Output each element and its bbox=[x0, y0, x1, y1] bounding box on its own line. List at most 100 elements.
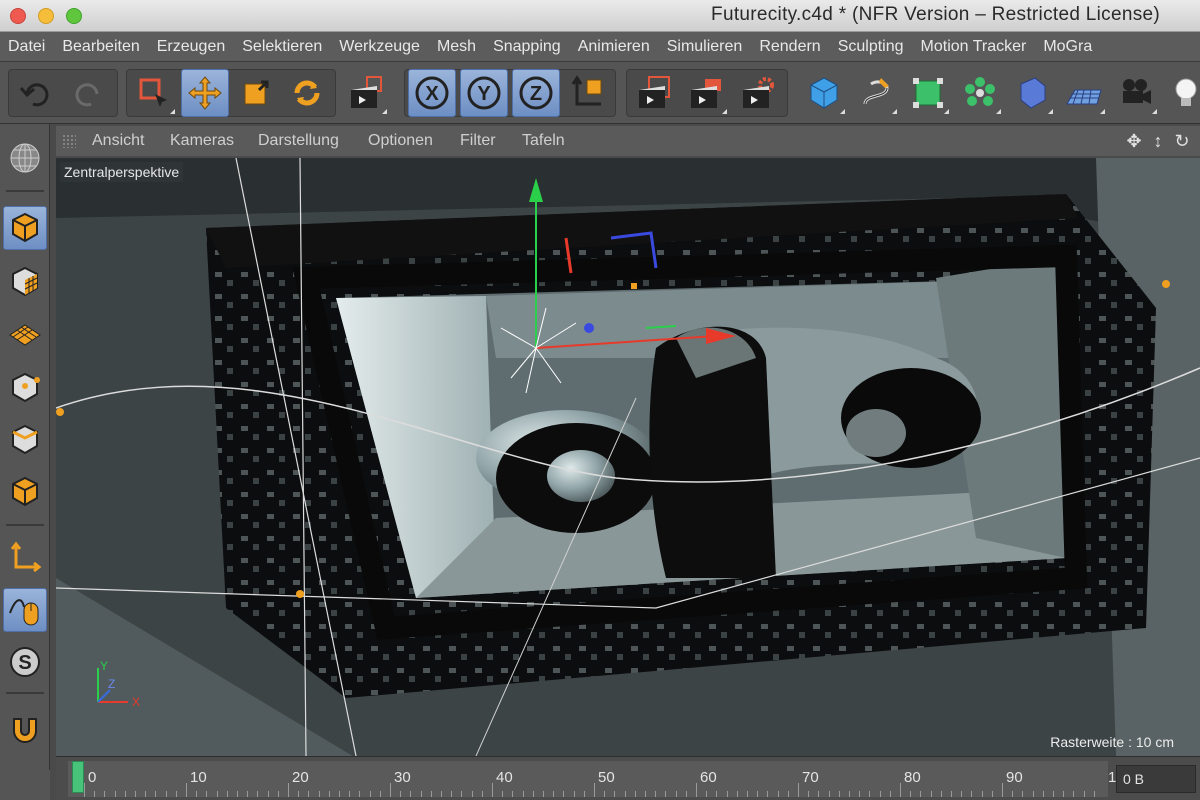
camera-icon bbox=[1123, 79, 1151, 104]
live-selection-button[interactable] bbox=[130, 69, 178, 117]
undo-button[interactable] bbox=[12, 69, 60, 117]
timeline-tick-label: 40 bbox=[496, 769, 513, 786]
render-settings-button[interactable] bbox=[734, 69, 782, 117]
recent-tools-button[interactable] bbox=[342, 69, 390, 117]
menu-bar: Datei Bearbeiten Erzeugen Selektieren Werkze… bbox=[0, 32, 1200, 62]
add-cube-button[interactable] bbox=[800, 69, 848, 117]
timeline-tick-label: 90 bbox=[1006, 769, 1023, 786]
deformer-icon bbox=[1020, 77, 1046, 109]
palette-separator bbox=[6, 524, 44, 526]
title-bar: Futurecity.c4d * (NFR Version – Restrict… bbox=[0, 0, 1200, 32]
viewport-menu-ansicht[interactable]: Ansicht bbox=[92, 126, 144, 156]
magnet-tool-button[interactable] bbox=[3, 708, 47, 752]
viewport-menu-filter[interactable]: Filter bbox=[460, 126, 496, 156]
zoom-view-icon[interactable]: ↕ bbox=[1148, 131, 1168, 151]
rotate-view-icon[interactable]: ↻ bbox=[1172, 131, 1192, 151]
view-projection-label[interactable]: Zentralperspektive bbox=[60, 162, 184, 182]
timeline-tick bbox=[318, 791, 320, 797]
polygons-mode-button[interactable] bbox=[3, 470, 47, 514]
add-spline-button[interactable] bbox=[852, 69, 900, 117]
rotate-tool-button[interactable] bbox=[283, 69, 331, 117]
timeline-tick bbox=[685, 791, 687, 797]
axis-mode-button[interactable] bbox=[3, 536, 47, 580]
timeline-tick bbox=[237, 791, 238, 797]
timeline-tick bbox=[216, 791, 218, 797]
timeline-tick bbox=[665, 791, 667, 797]
timeline-tick bbox=[175, 791, 177, 797]
menu-sculpting[interactable]: Sculpting bbox=[830, 32, 913, 61]
menu-mograph[interactable]: MoGra bbox=[1035, 32, 1101, 61]
timeline-tick bbox=[247, 791, 249, 797]
timeline-tick bbox=[838, 791, 840, 797]
maximize-window-button[interactable] bbox=[66, 8, 82, 24]
texture-mode-button[interactable] bbox=[3, 260, 47, 304]
z-axis-lock-button[interactable]: Z bbox=[512, 69, 560, 117]
svg-text:S: S bbox=[18, 652, 31, 674]
timeline-tick bbox=[900, 783, 901, 797]
render-view-button[interactable] bbox=[630, 69, 678, 117]
menu-rendern[interactable]: Rendern bbox=[751, 32, 829, 61]
redo-button[interactable] bbox=[64, 69, 112, 117]
axis-icon bbox=[10, 541, 42, 573]
menu-animieren[interactable]: Animieren bbox=[570, 32, 659, 61]
menu-bearbeiten[interactable]: Bearbeiten bbox=[54, 32, 148, 61]
gizmo-y-label: Y bbox=[100, 659, 108, 673]
menu-erzeugen[interactable]: Erzeugen bbox=[149, 32, 235, 61]
snapping-button[interactable]: S bbox=[3, 640, 47, 684]
workplane-mode-button[interactable] bbox=[3, 312, 47, 356]
viewport-menu-bar: Ansicht Kameras Darstellung Optionen Fil… bbox=[56, 126, 1200, 156]
y-axis-lock-button[interactable]: Y bbox=[460, 69, 508, 117]
3d-viewport[interactable]: Zentralperspektive Y Z X Rasterweite : 1… bbox=[56, 158, 1200, 756]
current-frame-field[interactable]: 0 B bbox=[1116, 765, 1196, 793]
timeline-tick bbox=[1063, 791, 1065, 797]
add-array-button[interactable] bbox=[956, 69, 1004, 117]
timeline-ruler[interactable]: 0102030405060708090100 bbox=[68, 761, 1133, 797]
add-generator-button[interactable] bbox=[904, 69, 952, 117]
add-light-button[interactable] bbox=[1162, 69, 1200, 117]
menu-simulieren[interactable]: Simulieren bbox=[659, 32, 752, 61]
floor-icon bbox=[1066, 89, 1102, 105]
x-axis-lock-button[interactable]: X bbox=[408, 69, 456, 117]
timeline-bar: 0102030405060708090100 0 B bbox=[56, 756, 1200, 800]
timeline-tick bbox=[1042, 791, 1044, 797]
viewport-menu-optionen[interactable]: Optionen bbox=[368, 126, 433, 156]
viewport-menu-darstellung[interactable]: Darstellung bbox=[258, 126, 339, 156]
viewport-menu-kameras[interactable]: Kameras bbox=[170, 126, 234, 156]
edges-mode-button[interactable] bbox=[3, 418, 47, 462]
timeline-tick bbox=[277, 791, 279, 797]
timeline-tick bbox=[869, 791, 871, 797]
pan-view-icon[interactable]: ✥ bbox=[1124, 131, 1144, 151]
timeline-tick bbox=[583, 791, 585, 797]
close-window-button[interactable] bbox=[10, 8, 26, 24]
add-deformer-button[interactable] bbox=[1008, 69, 1056, 117]
menu-datei[interactable]: Datei bbox=[0, 32, 54, 61]
menu-werkzeuge[interactable]: Werkzeuge bbox=[331, 32, 429, 61]
timeline-tick bbox=[818, 791, 820, 797]
menu-selektieren[interactable]: Selektieren bbox=[234, 32, 331, 61]
tweak-mode-button[interactable] bbox=[3, 588, 47, 632]
menu-mesh[interactable]: Mesh bbox=[429, 32, 485, 61]
model-mode-button[interactable] bbox=[3, 206, 47, 250]
add-floor-button[interactable] bbox=[1060, 69, 1108, 117]
minimize-window-button[interactable] bbox=[38, 8, 54, 24]
timeline-tick bbox=[553, 791, 555, 797]
viewport-menu-tafeln[interactable]: Tafeln bbox=[522, 126, 565, 156]
timeline-tick bbox=[614, 791, 616, 797]
menu-motion-tracker[interactable]: Motion Tracker bbox=[913, 32, 1036, 61]
move-tool-button[interactable] bbox=[181, 69, 229, 117]
panel-grip-icon[interactable] bbox=[62, 134, 76, 148]
scale-tool-button[interactable] bbox=[232, 69, 280, 117]
mode-palette: S bbox=[0, 124, 50, 800]
coordinate-system-button[interactable] bbox=[564, 69, 612, 117]
redo-icon bbox=[75, 83, 99, 107]
magnet-icon bbox=[13, 718, 37, 743]
add-camera-button[interactable] bbox=[1112, 69, 1160, 117]
playhead-handle[interactable] bbox=[72, 761, 84, 793]
x-axis-label: X bbox=[425, 83, 439, 105]
render-picture-viewer-button[interactable] bbox=[682, 69, 730, 117]
timeline-tick bbox=[1083, 791, 1085, 797]
make-editable-button[interactable] bbox=[3, 136, 47, 180]
menu-snapping[interactable]: Snapping bbox=[485, 32, 570, 61]
points-mode-button[interactable] bbox=[3, 366, 47, 410]
timeline-tick bbox=[512, 791, 514, 797]
